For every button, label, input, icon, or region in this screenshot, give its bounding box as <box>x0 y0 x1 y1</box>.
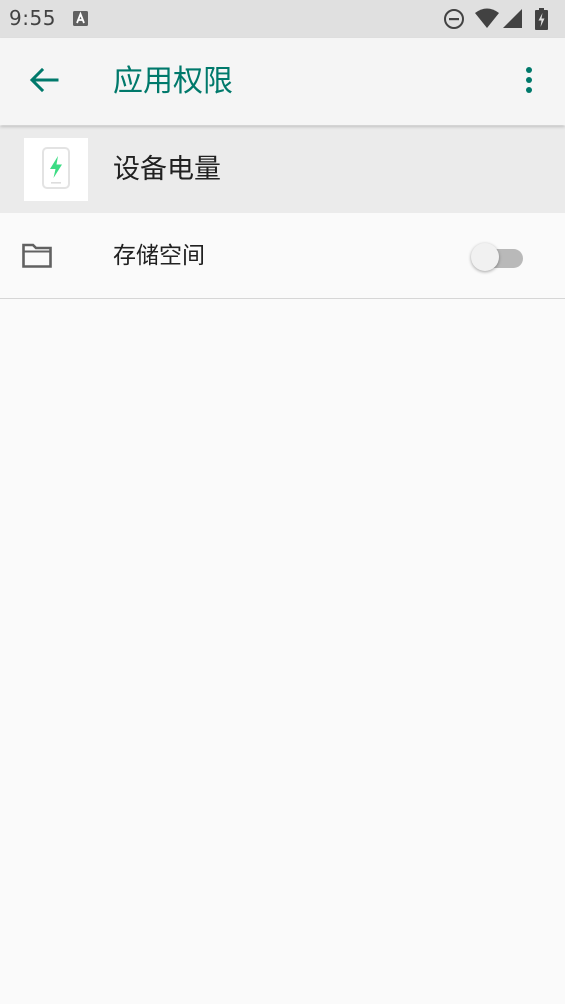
battery-charging-icon <box>535 8 548 34</box>
folder-icon <box>21 242 53 269</box>
cell-signal-icon <box>503 8 523 34</box>
app-header-row: 设备电量 <box>0 126 565 213</box>
storage-permission-toggle[interactable] <box>471 242 525 271</box>
back-button[interactable] <box>22 60 66 104</box>
permission-row-storage[interactable]: 存储空间 <box>0 213 565 299</box>
app-name: 设备电量 <box>113 154 221 185</box>
a-notification-icon <box>73 11 88 26</box>
app-icon <box>24 138 88 201</box>
status-icons <box>443 8 555 30</box>
screen: 9:55 应用权限 设备电量 存储空间 <box>0 0 565 1004</box>
status-bar: 9:55 <box>0 0 565 38</box>
status-time: 9:55 <box>9 6 56 30</box>
arrow-back-icon <box>29 67 59 97</box>
more-options-button[interactable] <box>507 60 551 104</box>
wifi-icon <box>475 8 499 34</box>
app-bar: 应用权限 <box>0 38 565 125</box>
toggle-thumb <box>471 243 499 271</box>
do-not-disturb-icon <box>443 8 465 34</box>
battery-app-icon <box>41 146 71 194</box>
permission-label: 存储空间 <box>113 243 205 269</box>
page-title: 应用权限 <box>113 64 233 99</box>
more-vert-icon <box>525 67 533 97</box>
